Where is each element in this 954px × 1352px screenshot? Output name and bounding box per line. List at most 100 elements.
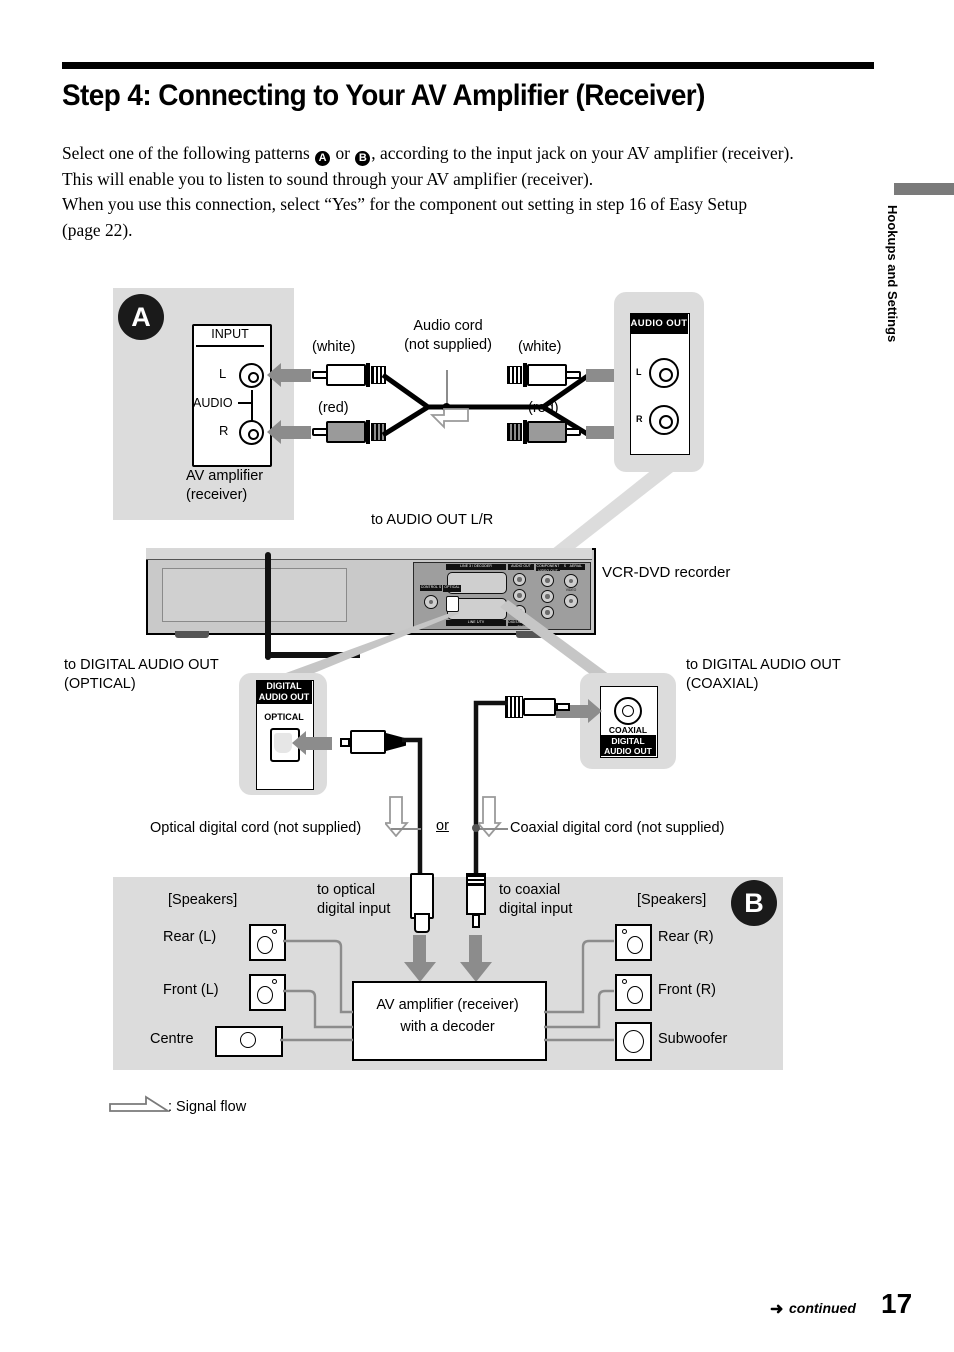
pattern-b-badge: B: [731, 880, 777, 926]
signal-flow-arrow-coaxial: [478, 796, 502, 837]
signal-flow-arrow-cord: [430, 408, 469, 430]
label-red-right: (red): [528, 400, 559, 416]
speaker-cone: [257, 936, 273, 954]
rear-jack-control-s: [424, 595, 438, 609]
amplifier-jack-r-label: R: [219, 423, 229, 438]
label-white-right: (white): [518, 339, 562, 355]
speaker-label-front-left: Front (L): [163, 982, 219, 998]
coax-label-line2: (COAXIAL): [686, 676, 759, 692]
speaker-box-front-left: [249, 974, 286, 1011]
plug-white-right: [505, 362, 581, 388]
optical-cord-leader: [391, 828, 421, 830]
audio-cord-label: Audio cord (not supplied): [383, 317, 513, 355]
title-rule: [62, 62, 874, 69]
rear-jack-component-y: [541, 574, 554, 587]
rear-jack-audio-l: [513, 573, 526, 586]
rear-label-aerial: AERIAL: [567, 564, 585, 570]
rear-jack-component-pr: [541, 606, 554, 619]
speaker-label-subwoofer: Subwoofer: [658, 1031, 728, 1047]
amplifier-jack-l: [239, 363, 264, 388]
amplifier-input-rule: [196, 345, 264, 347]
vcr-foot-left: [175, 631, 209, 638]
signal-flow-arrow-optical: [385, 796, 409, 837]
speaker-label-centre: Centre: [150, 1031, 194, 1047]
intro-line1-part2: or: [331, 143, 355, 163]
speaker-cone: [627, 986, 643, 1004]
optical-cord-label: Optical digital cord (not supplied): [150, 820, 362, 836]
rear-jack-coaxial-digital: [513, 605, 526, 618]
rear-label-control-s: CONTROL S: [420, 585, 442, 591]
plug-red-right: [505, 419, 581, 445]
badge-a-inline: A: [315, 151, 331, 166]
arrow-to-optical-port: [292, 731, 332, 755]
optical-panel-header: DIGITAL AUDIO OUT: [256, 680, 312, 704]
speaker-tweeter: [272, 929, 277, 934]
speaker-cone: [627, 936, 643, 954]
coax-label-line1: to DIGITAL AUDIO OUT: [686, 657, 841, 673]
to-optical-digital-input-label: to optical digital input: [317, 881, 417, 919]
rear-label-optical-digital: OPTICAL: [443, 585, 461, 592]
speaker-label-rear-right: Rear (R): [658, 929, 714, 945]
amplifier-jack-l-label: L: [219, 366, 227, 381]
speaker-tweeter: [622, 979, 627, 984]
speaker-box-rear-left: [249, 924, 286, 961]
rear-label-line1-tv: LINE 1/TV: [446, 620, 506, 626]
coax-hdr-line2: AUDIO OUT: [604, 746, 652, 756]
intro-line4: (page 22).: [62, 219, 133, 240]
coax-hdr-line1: DIGITAL: [611, 736, 645, 746]
to-audio-out-label: to AUDIO OUT L/R: [371, 512, 494, 528]
speaker-cone: [240, 1032, 256, 1048]
coaxial-cord-leader: [476, 828, 508, 830]
vcr-left-window: [162, 568, 347, 622]
plug-white-left: [312, 362, 388, 388]
coaxial-terminal-plug: [464, 873, 488, 931]
audio-out-jack-l: [649, 358, 679, 388]
audio-cord-supply: (not supplied): [404, 337, 492, 353]
coaxial-panel-header: DIGITAL AUDIO OUT: [600, 735, 656, 756]
jack-inner: [248, 372, 259, 383]
speakers-left-header: [Speakers]: [168, 892, 238, 908]
amplifier-input-label: INPUT: [211, 327, 249, 341]
coaxial-cord-label: Coaxial digital cord (not supplied): [510, 820, 725, 836]
rear-port-optical: [446, 596, 459, 612]
intro-line1-part3: , according to the input jack on your AV…: [371, 143, 794, 163]
audio-cord-leader: [446, 370, 448, 406]
optical-hdr-line1: DIGITAL: [266, 681, 302, 691]
decoder-line1: AV amplifier (receiver): [376, 997, 519, 1013]
to-optical-line1: to optical: [317, 882, 376, 898]
audio-cord-left-branch: [381, 372, 485, 438]
amplifier-audio-label: AUDIO: [193, 396, 233, 410]
plug-red-left: [312, 419, 388, 445]
to-digital-audio-out-coaxial-label: to DIGITAL AUDIO OUT (COAXIAL): [686, 656, 926, 694]
optical-label-line2: (OPTICAL): [64, 676, 136, 692]
decoder-line2: with a decoder: [400, 1019, 495, 1035]
rear-label-line3-decoder: LINE 3 / DECODER: [446, 564, 506, 570]
arrow-to-amp-l: [267, 363, 311, 387]
page-number: 17: [881, 1288, 913, 1319]
optical-terminal-plug: [408, 873, 434, 933]
audio-out-jack-r: [649, 405, 679, 435]
speaker-tweeter: [272, 979, 277, 984]
or-label: or: [436, 818, 449, 834]
audio-out-jack-l-label: L: [636, 367, 642, 377]
amp-caption-line2: (receiver): [186, 487, 248, 503]
to-coaxial-line1: to coaxial: [499, 882, 561, 898]
av-amplifier-caption: AV amplifier (receiver): [186, 467, 316, 505]
intro-paragraph: Select one of the following patterns A o…: [62, 141, 876, 243]
amplifier-audio-bracket: [251, 390, 253, 422]
signal-flow-legend-icon: [109, 1095, 170, 1112]
power-cord: [265, 552, 271, 660]
side-tab-bar: [894, 183, 954, 195]
to-coaxial-digital-input-label: to coaxial digital input: [499, 881, 599, 919]
rear-label-audio-out: AUDIO OUT: [508, 564, 534, 570]
speaker-box-front-right: [615, 974, 652, 1011]
signal-flow-legend-label: : Signal flow: [168, 1099, 247, 1115]
intro-line3: When you use this connection, select “Ye…: [62, 194, 748, 215]
speaker-box-subwoofer: [615, 1022, 652, 1061]
optical-hdr-line2: AUDIO OUT: [258, 692, 310, 702]
continued-label: continued: [789, 1300, 856, 1316]
audio-out-jack-r-label: R: [636, 414, 643, 424]
rear-label-digital-audio-out: DIGITAL AUDIO OUT: [508, 620, 534, 626]
rear-label-video: VIDEO: [565, 588, 577, 592]
pattern-a-badge: A: [118, 294, 164, 340]
